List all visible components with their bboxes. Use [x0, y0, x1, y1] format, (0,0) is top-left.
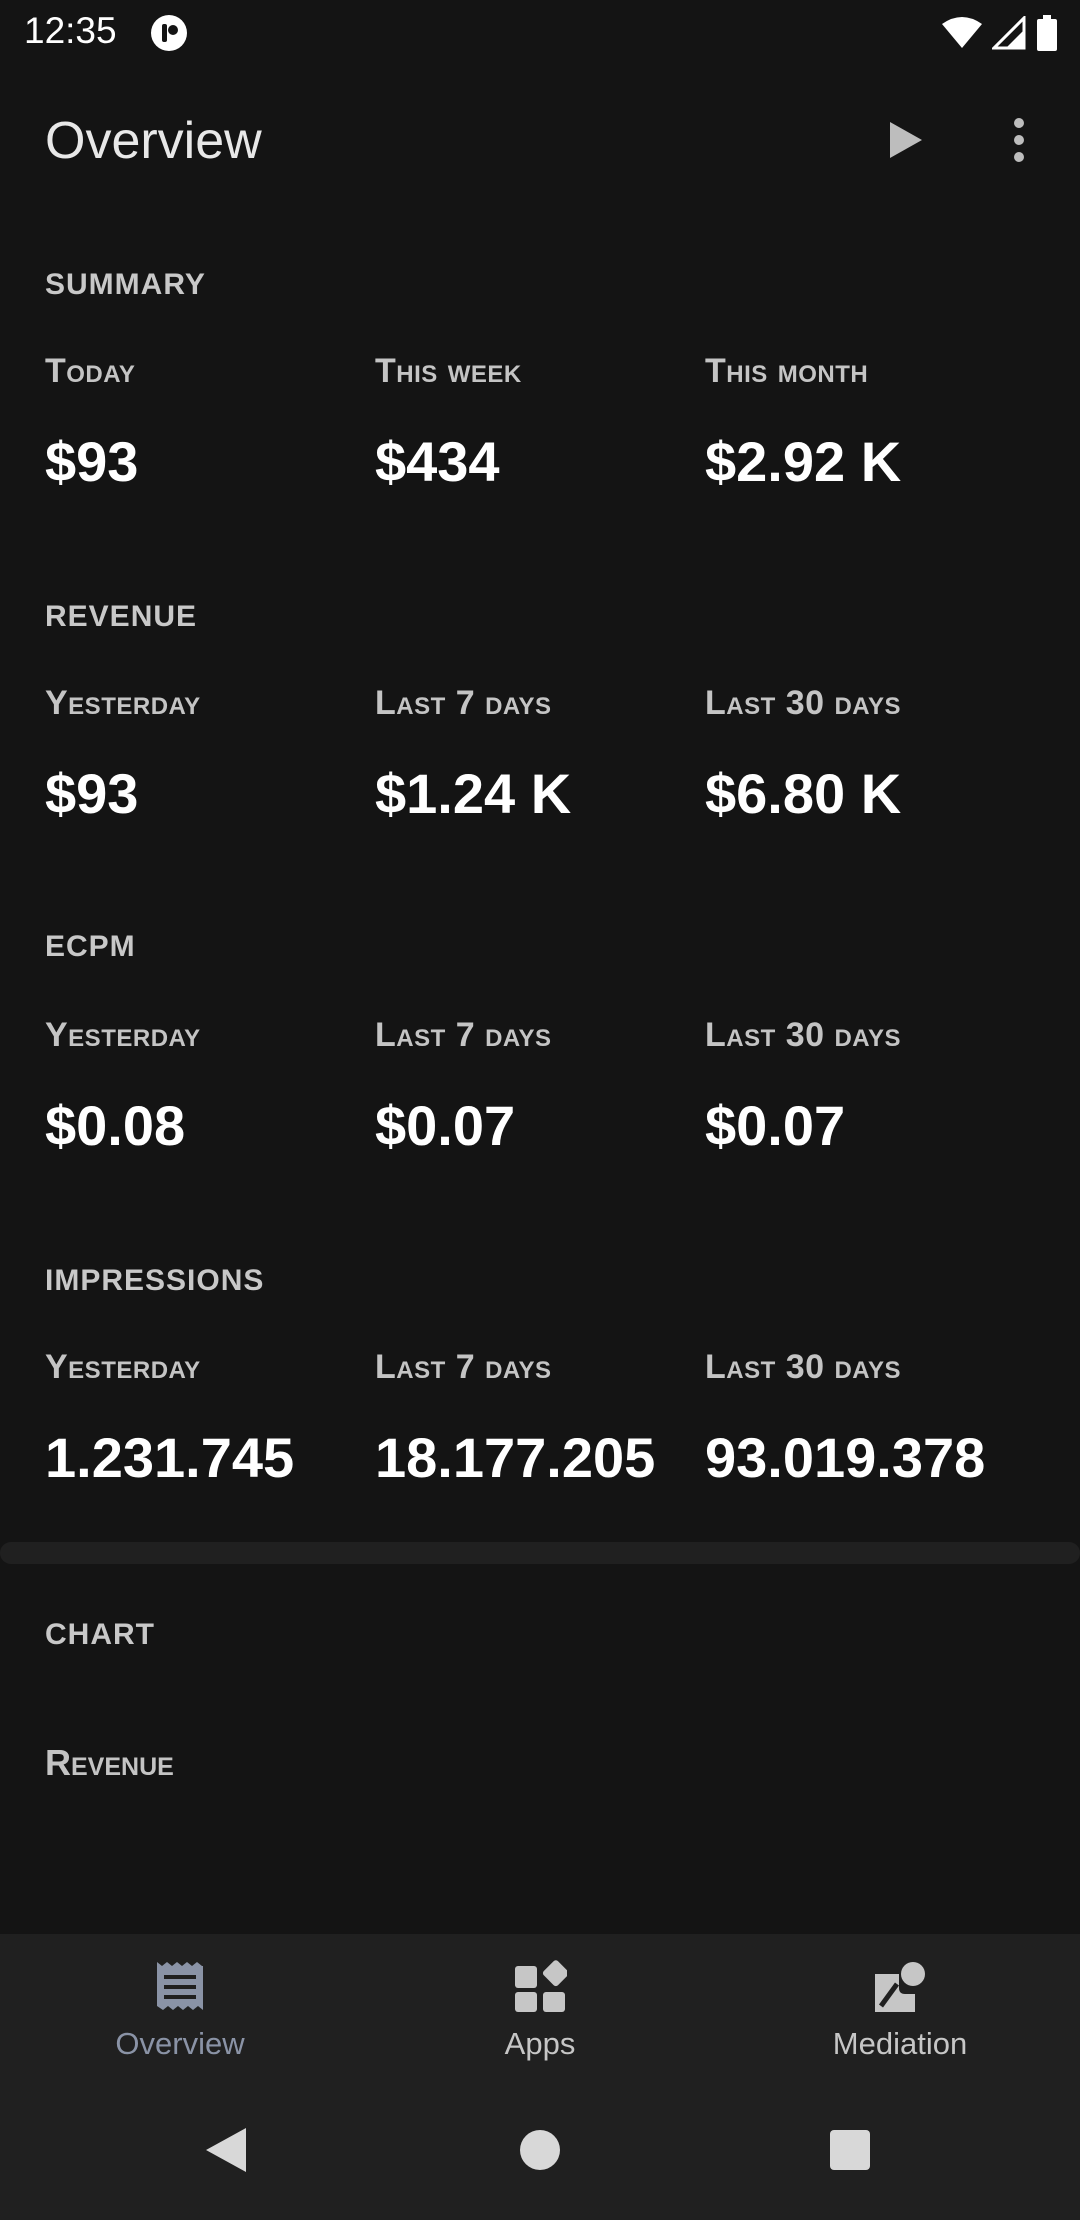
nav-item-apps[interactable]: Apps: [360, 1934, 720, 2080]
metric-yesterday: Yesterday 1.231.745: [45, 1348, 365, 1490]
metric-value: $93: [45, 762, 139, 825]
metric-yesterday: Yesterday $93: [45, 684, 365, 826]
metric-value: $6.80 K: [705, 762, 902, 825]
status-bar: 12:35: [0, 0, 1080, 64]
metric-label: Last 30 days: [705, 1016, 901, 1054]
metric-value: $434: [375, 430, 500, 493]
system-navigation-bar: [0, 2080, 1080, 2220]
metric-last-7-days: Last 7 days 18.177.205: [375, 1348, 695, 1490]
metric-value: 1.231.745: [45, 1426, 295, 1489]
wifi-icon: [942, 17, 982, 48]
nav-label: Apps: [504, 2026, 576, 2061]
nav-label: Mediation: [832, 2026, 968, 2061]
metric-last-7-days: Last 7 days $1.24 K: [375, 684, 695, 826]
metric-label: This week: [375, 352, 522, 390]
receipt-icon: [157, 1962, 203, 2010]
home-icon: [520, 2130, 560, 2170]
nav-item-mediation[interactable]: Mediation: [720, 1934, 1080, 2080]
metric-label: Yesterday: [45, 684, 201, 722]
metric-last-30-days: Last 30 days 93.019.378: [705, 1348, 1025, 1490]
section-title: SUMMARY: [45, 268, 206, 301]
metric-yesterday: Yesterday $0.08: [45, 1016, 365, 1158]
metric-value: 18.177.205: [375, 1426, 656, 1489]
chart-section-title: CHART: [45, 1618, 155, 1651]
app-bar: Overview: [0, 64, 1080, 214]
battery-icon: [1037, 15, 1057, 51]
metric-this-month: This month $2.92 K: [705, 352, 1025, 494]
status-time: 12:35: [24, 10, 117, 51]
section-title: REVENUE: [45, 600, 198, 633]
more-options-button[interactable]: [993, 110, 1045, 170]
metric-value: $0.08: [45, 1094, 186, 1157]
recents-button[interactable]: [822, 2122, 878, 2178]
metric-value: $2.92 K: [705, 430, 902, 493]
metric-label: Last 7 days: [375, 684, 552, 722]
back-button[interactable]: [198, 2122, 254, 2178]
apps-icon: [515, 1960, 567, 2012]
more-vert-icon: [1014, 118, 1024, 162]
back-icon: [206, 2128, 246, 2172]
metric-this-week: This week $434: [375, 352, 695, 494]
metric-today: Today $93: [45, 352, 365, 494]
section-title: ECPM: [45, 930, 136, 963]
page-title: Overview: [45, 112, 262, 170]
chart-subtitle: Revenue: [45, 1742, 174, 1783]
metric-label: This month: [705, 352, 869, 390]
metric-last-7-days: Last 7 days $0.07: [375, 1016, 695, 1158]
metric-label: Last 30 days: [705, 684, 901, 722]
metric-last-30-days: Last 30 days $0.07: [705, 1016, 1025, 1158]
metric-label: Today: [45, 352, 136, 390]
metric-value: $0.07: [705, 1094, 846, 1157]
app-notification-icon: [151, 15, 187, 51]
metric-label: Yesterday: [45, 1016, 201, 1054]
recents-icon: [830, 2130, 870, 2170]
mediation-icon: [875, 1962, 925, 2012]
metric-label: Yesterday: [45, 1348, 201, 1386]
section-title: IMPRESSIONS: [45, 1264, 265, 1297]
nav-label: Overview: [115, 2026, 245, 2061]
metric-label: Last 30 days: [705, 1348, 901, 1386]
metric-value: $0.07: [375, 1094, 516, 1157]
metric-value: $1.24 K: [375, 762, 572, 825]
metric-value: 93.019.378: [705, 1426, 986, 1489]
metric-label: Last 7 days: [375, 1016, 552, 1054]
metric-label: Last 7 days: [375, 1348, 552, 1386]
status-icons: [942, 14, 1058, 52]
home-button[interactable]: [512, 2122, 568, 2178]
play-icon: [890, 122, 922, 158]
metric-value: $93: [45, 430, 139, 493]
bottom-navigation: Overview Apps Mediation: [0, 1934, 1080, 2080]
nav-item-overview[interactable]: Overview: [0, 1934, 360, 2080]
section-divider: [0, 1542, 1080, 1564]
cellular-signal-icon: [992, 16, 1026, 50]
play-button[interactable]: [880, 114, 932, 166]
metric-last-30-days: Last 30 days $6.80 K: [705, 684, 1025, 826]
